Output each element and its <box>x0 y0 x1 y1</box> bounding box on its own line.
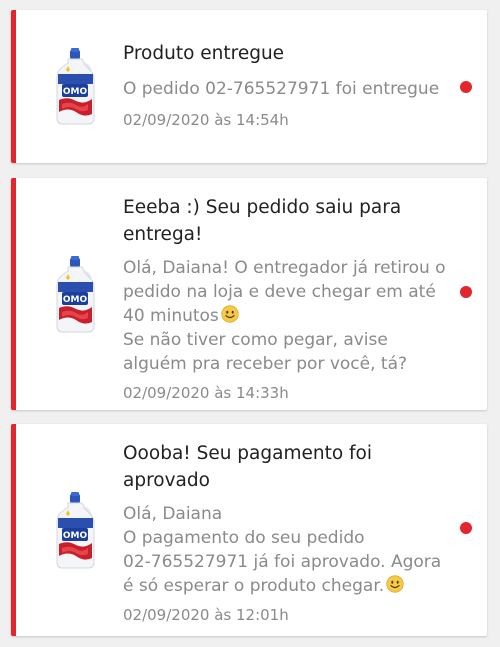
notification-title: Produto entregue <box>123 40 447 67</box>
notification-content: Oooba! Seu pagamento foi aprovado Olá, D… <box>123 440 447 624</box>
body-line: Olá, Daiana! O entregador já retirou o <box>123 258 446 278</box>
title-line: entrega! <box>123 224 203 245</box>
title-line: aprovado <box>123 470 210 491</box>
notification-body: Olá, Daiana! O entregador já retirou o p… <box>123 256 447 376</box>
unread-dot <box>460 522 472 534</box>
notification-title: Oooba! Seu pagamento foi aprovado <box>123 440 447 494</box>
notification-card[interactable]: Produto entregue O pedido 02-765527971 f… <box>11 10 487 163</box>
unread-dot <box>460 286 472 298</box>
body-line: O pagamento do seu pedido <box>123 528 365 548</box>
title-line: Oooba! Seu pagamento foi <box>123 443 373 464</box>
notification-body: O pedido 02-765527971 foi entregue <box>123 77 447 101</box>
body-line: Olá, Daiana <box>123 504 223 524</box>
omo-detergent-bottle-icon <box>54 48 98 126</box>
body-line: pedido na loja e deve chegar em até <box>123 282 436 302</box>
body-line-text: é só esperar o produto chegar. <box>123 576 385 596</box>
body-line: Se não tiver como pegar, avise <box>123 330 388 350</box>
omo-detergent-bottle-icon <box>54 256 98 334</box>
body-line: alguém pra receber por você, tá? <box>123 354 408 374</box>
notification-card[interactable]: Oooba! Seu pagamento foi aprovado Olá, D… <box>11 424 487 636</box>
unread-dot <box>460 81 472 93</box>
body-line-text: 40 minutos <box>123 306 219 326</box>
notification-body: Olá, Daiana O pagamento do seu pedido 02… <box>123 502 447 598</box>
body-line-with-emoji: 40 minutos <box>123 304 447 328</box>
notification-card[interactable]: Eeeba :) Seu pedido saiu para entrega! O… <box>11 178 487 410</box>
title-line: Produto entregue <box>123 43 285 64</box>
notification-content: Eeeba :) Seu pedido saiu para entrega! O… <box>123 194 447 402</box>
body-line-with-emoji: é só esperar o produto chegar. <box>123 574 447 598</box>
title-line: Eeeba :) Seu pedido saiu para <box>123 197 402 218</box>
body-line: 02-765527971 já foi aprovado. Agora <box>123 552 442 572</box>
smiley-emoji-icon <box>221 305 239 323</box>
omo-detergent-bottle-icon <box>54 492 98 570</box>
notification-date: 02/09/2020 às 14:33h <box>123 384 289 402</box>
notification-date: 02/09/2020 às 12:01h <box>123 606 289 624</box>
smiley-emoji-icon <box>386 575 404 593</box>
notification-date: 02/09/2020 às 14:54h <box>123 111 289 129</box>
body-line: O pedido 02-765527971 foi entregue <box>123 79 440 99</box>
notification-title: Eeeba :) Seu pedido saiu para entrega! <box>123 194 447 248</box>
notification-content: Produto entregue O pedido 02-765527971 f… <box>123 40 447 129</box>
